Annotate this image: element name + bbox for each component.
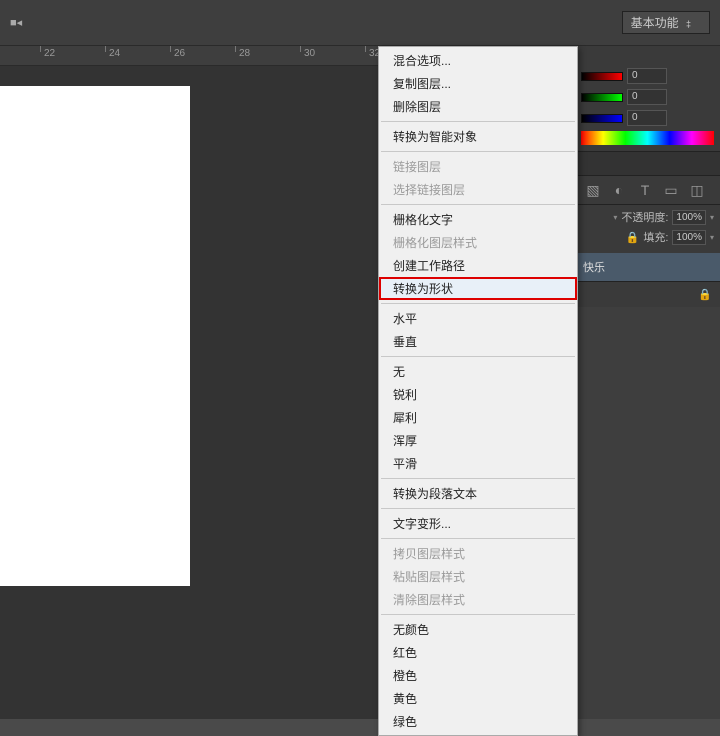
menu-separator: [381, 538, 575, 539]
menu-item[interactable]: 平滑: [379, 452, 577, 475]
opacity-label: 不透明度:: [621, 209, 668, 225]
chevron-down-icon[interactable]: ▾: [613, 213, 617, 222]
menu-item[interactable]: 垂直: [379, 330, 577, 353]
layer-context-menu: 混合选项...复制图层...删除图层转换为智能对象链接图层选择链接图层栅格化文字…: [378, 46, 578, 736]
video-icon: ■◂: [10, 16, 22, 29]
color-panel: 0 0 0: [575, 46, 720, 152]
filter-smart-icon[interactable]: ◫: [689, 182, 705, 198]
opacity-value[interactable]: 100%: [672, 210, 706, 225]
menu-item[interactable]: 创建工作路径: [379, 254, 577, 277]
menu-item[interactable]: 转换为段落文本: [379, 482, 577, 505]
menu-item[interactable]: 复制图层...: [379, 72, 577, 95]
green-value[interactable]: 0: [627, 89, 667, 105]
layer-options: ▾ 不透明度: 100% ▾ 🔒 填充: 100% ▾: [575, 205, 720, 253]
menu-item: 清除图层样式: [379, 588, 577, 611]
fill-value[interactable]: 100%: [672, 230, 706, 245]
menu-item[interactable]: 浑厚: [379, 429, 577, 452]
document-canvas[interactable]: [0, 86, 190, 586]
workspace-label: 基本功能: [631, 16, 679, 30]
menu-item: 选择链接图层: [379, 178, 577, 201]
red-value[interactable]: 0: [627, 68, 667, 84]
menu-item[interactable]: 无颜色: [379, 618, 577, 641]
menu-item[interactable]: 文字变形...: [379, 512, 577, 535]
filter-shape-icon[interactable]: ▭: [663, 182, 679, 198]
layer-lock-row: 🔒: [575, 281, 720, 307]
menu-separator: [381, 151, 575, 152]
layer-name: 快乐: [583, 259, 605, 275]
chevron-down-icon[interactable]: ▾: [710, 233, 714, 242]
filter-image-icon[interactable]: ▧: [585, 182, 601, 198]
menu-item[interactable]: 转换为形状: [379, 277, 577, 300]
menu-separator: [381, 356, 575, 357]
red-slider[interactable]: [581, 72, 623, 81]
filter-text-icon[interactable]: T: [637, 182, 653, 198]
dropdown-arrows-icon: ‡: [686, 19, 691, 29]
color-row-g: 0: [581, 89, 714, 105]
panel-tabs[interactable]: [575, 152, 720, 176]
color-spectrum[interactable]: [581, 131, 714, 145]
menu-item: 栅格化图层样式: [379, 231, 577, 254]
menu-item[interactable]: 水平: [379, 307, 577, 330]
chevron-down-icon[interactable]: ▾: [710, 213, 714, 222]
menu-item[interactable]: 红色: [379, 641, 577, 664]
green-slider[interactable]: [581, 93, 623, 102]
fill-row: 🔒 填充: 100% ▾: [581, 229, 714, 245]
fill-label: 填充:: [643, 229, 668, 245]
layer-filter-icons: ▧ ◐ T ▭ ◫: [575, 176, 720, 205]
top-bar: ■◂ 基本功能 ‡: [0, 0, 720, 46]
menu-separator: [381, 478, 575, 479]
menu-separator: [381, 204, 575, 205]
menu-item[interactable]: 栅格化文字: [379, 208, 577, 231]
menu-separator: [381, 121, 575, 122]
filter-adjust-icon[interactable]: ◐: [611, 182, 627, 198]
layer-item[interactable]: 快乐: [575, 253, 720, 281]
menu-separator: [381, 303, 575, 304]
menu-item[interactable]: 无: [379, 360, 577, 383]
menu-item[interactable]: 混合选项...: [379, 49, 577, 72]
menu-item[interactable]: 转换为智能对象: [379, 125, 577, 148]
menu-item: 粘贴图层样式: [379, 565, 577, 588]
workspace-selector[interactable]: 基本功能 ‡: [622, 11, 710, 34]
right-panels: 0 0 0 ▧ ◐ T ▭ ◫ ▾ 不透明度: 100% ▾ 🔒 填充: 100…: [575, 46, 720, 719]
menu-item[interactable]: 犀利: [379, 406, 577, 429]
menu-item[interactable]: 锐利: [379, 383, 577, 406]
blue-value[interactable]: 0: [627, 110, 667, 126]
menu-item[interactable]: 橙色: [379, 664, 577, 687]
menu-separator: [381, 614, 575, 615]
menu-item: 拷贝图层样式: [379, 542, 577, 565]
menu-item[interactable]: 黄色: [379, 687, 577, 710]
opacity-row: ▾ 不透明度: 100% ▾: [581, 209, 714, 225]
lock-icon[interactable]: 🔒: [698, 288, 712, 301]
lock-icon[interactable]: 🔒: [626, 231, 640, 244]
menu-separator: [381, 508, 575, 509]
color-row-b: 0: [581, 110, 714, 126]
color-row-r: 0: [581, 68, 714, 84]
menu-item[interactable]: 绿色: [379, 710, 577, 733]
menu-item: 链接图层: [379, 155, 577, 178]
menu-item[interactable]: 删除图层: [379, 95, 577, 118]
blue-slider[interactable]: [581, 114, 623, 123]
